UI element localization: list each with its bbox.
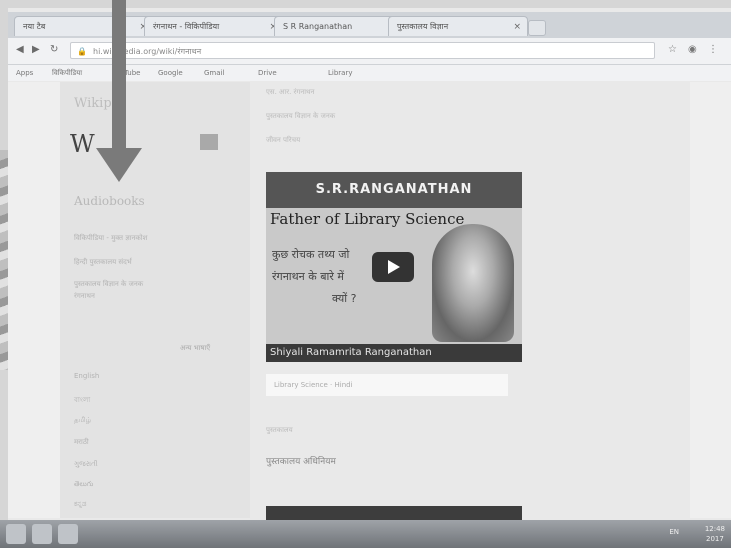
address-bar[interactable]: 🔒 hi.wikipedia.org/wiki/रंगनाथन [70, 42, 655, 59]
taskbar: EN 12:48 2017 [0, 520, 731, 548]
sidebar-link[interactable]: ગુજરાતી [74, 460, 98, 469]
clock-time: 12:48 [704, 525, 725, 533]
article-line: जीवन परिचय [266, 136, 301, 144]
bookmark-item[interactable]: Gmail [204, 65, 224, 81]
extension-icon[interactable]: ◉ [688, 44, 697, 55]
video-title: Father of Library Science [270, 210, 465, 228]
forward-icon[interactable]: ▶ [32, 44, 40, 55]
menu-icon[interactable]: ⋮ [708, 44, 718, 55]
bookmark-item[interactable]: विकिपीडिया [52, 65, 82, 81]
play-button-icon[interactable] [372, 252, 414, 282]
article-line: पुस्तकालय अधिनियम [266, 457, 336, 467]
video-hindi-text: कुछ रोचक तथ्य जो रंगनाथन के बारे में क्य… [272, 244, 442, 310]
article-line: पुस्तकालय [266, 426, 293, 434]
video-player[interactable]: S.R.RANGANATHAN Father of Library Scienc… [266, 172, 522, 362]
address-text: hi.wikipedia.org/wiki/रंगनाथन [93, 47, 202, 56]
new-tab-button[interactable] [528, 20, 546, 36]
video-caption: Shiyali Ramamrita Ranganathan [266, 344, 522, 362]
tab-1[interactable]: नया टैब × [14, 16, 154, 36]
second-video-thumbnail[interactable] [266, 506, 522, 520]
video-banner: S.R.RANGANATHAN [266, 172, 522, 208]
tab-label: नया टैब [23, 22, 46, 31]
sidebar-link[interactable]: पुस्तकालय विज्ञान के जनक [74, 280, 143, 289]
sidebar-link[interactable]: रंगनाथन [74, 292, 95, 301]
sidebar-subheading: अन्य भाषाएँ [180, 344, 211, 352]
sidebar-link[interactable]: বাংলা [74, 394, 90, 406]
clock-date: 2017 [705, 535, 724, 543]
reload-icon[interactable]: ↻ [50, 44, 58, 55]
tab-2[interactable]: रंगनाथन - विकिपीडिया × [144, 16, 284, 36]
video-hindi-line: क्यों ? [332, 292, 357, 305]
star-icon[interactable]: ☆ [668, 44, 677, 55]
bookmark-item[interactable]: Library [328, 65, 352, 81]
search-button[interactable] [200, 134, 218, 150]
bookmark-item[interactable]: Apps [16, 65, 33, 81]
article-main: एस. आर. रंगनाथन पुस्तकालय विज्ञान के जनक… [250, 82, 690, 520]
video-hindi-line: रंगनाथन के बारे में [272, 270, 344, 283]
sidebar-link[interactable]: தமிழ் [74, 416, 91, 425]
tray-language[interactable]: EN [669, 528, 679, 536]
wiki-logo[interactable]: W [70, 130, 95, 158]
lock-icon: 🔒 [77, 47, 87, 56]
annotation-arrow-head [96, 148, 142, 182]
annotation-arrow [112, 0, 126, 150]
back-icon[interactable]: ◀ [16, 44, 24, 55]
bookmark-item[interactable]: Google [158, 65, 183, 81]
sidebar-link[interactable]: मराठी [74, 438, 89, 447]
close-icon[interactable]: × [513, 17, 521, 36]
video-hindi-line: कुछ रोचक तथ्य जो [272, 248, 350, 261]
tab-label: रंगनाथन - विकिपीडिया [153, 22, 220, 31]
portrait-image [432, 224, 514, 342]
tab-label: पुस्तकालय विज्ञान [397, 22, 449, 31]
article-line: पुस्तकालय विज्ञान के जनक [266, 112, 336, 120]
start-button[interactable] [6, 524, 26, 544]
tab-label: S R Ranganathan [283, 22, 353, 31]
bookmark-item[interactable]: Drive [258, 65, 277, 81]
wiki-wordmark: Wikip [74, 96, 112, 111]
article-line: एस. आर. रंगनाथन [266, 88, 315, 96]
sidebar-heading: Audiobooks [74, 194, 145, 208]
sidebar-link[interactable]: తెలుగు [74, 480, 93, 490]
sidebar-link[interactable]: ಕನ್ನಡ [74, 500, 86, 509]
sidebar-link[interactable]: हिन्दी पुस्तकालय संदर्भ [74, 258, 132, 267]
tab-4[interactable]: पुस्तकालय विज्ञान × [388, 16, 528, 36]
video-info-pill[interactable]: Library Science · Hindi [266, 374, 508, 396]
clock[interactable]: 12:48 2017 [705, 524, 725, 544]
explorer-taskbar-icon[interactable] [58, 524, 78, 544]
wiki-sidebar: Wikip W Audiobooks विकिपीडिया - मुक्त ज्… [60, 82, 250, 518]
sidebar-link[interactable]: English [74, 372, 99, 380]
sidebar-link[interactable]: विकिपीडिया - मुक्त ज्ञानकोश [74, 234, 147, 243]
chrome-taskbar-icon[interactable] [32, 524, 52, 544]
